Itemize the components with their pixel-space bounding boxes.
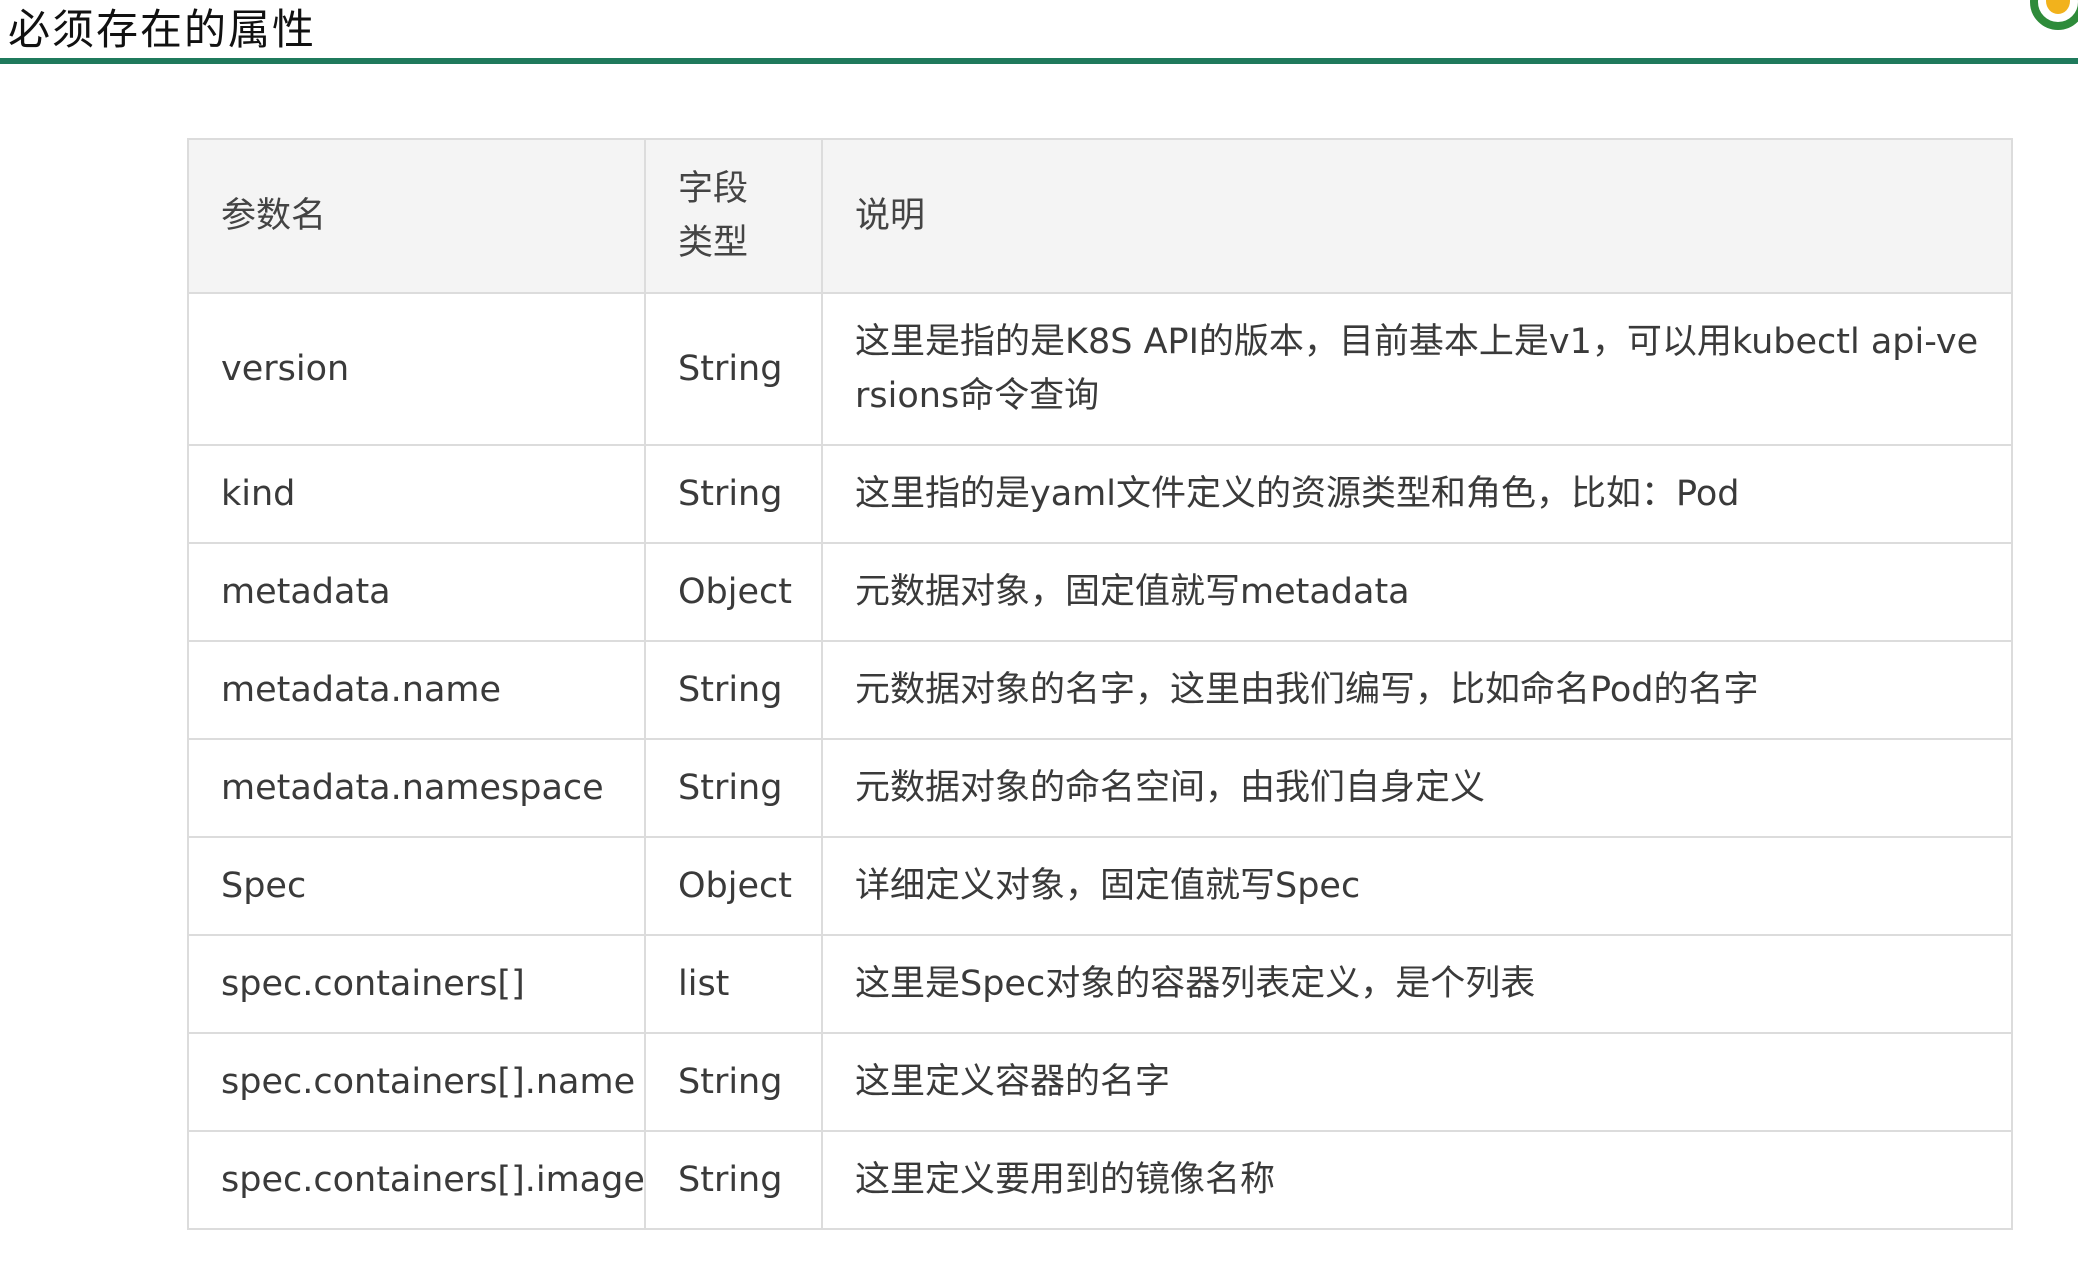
logo-icon bbox=[2030, 0, 2078, 30]
description-cell: 元数据对象的名字，这里由我们编写，比如命名Pod的名字 bbox=[821, 640, 2013, 740]
description-cell: 详细定义对象，固定值就写Spec bbox=[821, 836, 2013, 936]
description-cell: 这里指的是yaml文件定义的资源类型和角色，比如：Pod bbox=[821, 444, 2013, 544]
title-divider bbox=[0, 58, 2078, 64]
header-field-type-line2: 类型 bbox=[678, 223, 749, 263]
table-row: spec.containers[].name String 这里定义容器的名字 bbox=[187, 1032, 2013, 1132]
field-type-cell: Object bbox=[644, 836, 823, 936]
table-row: kind String 这里指的是yaml文件定义的资源类型和角色，比如：Pod bbox=[187, 444, 2013, 544]
header-description: 说明 bbox=[821, 138, 2013, 294]
param-name-cell: spec.containers[].image bbox=[187, 1130, 646, 1230]
description-cell: 这里是Spec对象的容器列表定义，是个列表 bbox=[821, 934, 2013, 1034]
table-row: metadata.namespace String 元数据对象的命名空间，由我们… bbox=[187, 738, 2013, 838]
description-cell: 这里定义容器的名字 bbox=[821, 1032, 2013, 1132]
table-row: spec.containers[] list 这里是Spec对象的容器列表定义，… bbox=[187, 934, 2013, 1034]
field-type-cell: String bbox=[644, 292, 823, 446]
table-row: metadata Object 元数据对象，固定值就写metadata bbox=[187, 542, 2013, 642]
table-row: Spec Object 详细定义对象，固定值就写Spec bbox=[187, 836, 2013, 936]
header-field-type-line1: 字段 bbox=[678, 169, 749, 209]
description-cell: 元数据对象的命名空间，由我们自身定义 bbox=[821, 738, 2013, 838]
table-header-row: 参数名 字段 类型 说明 bbox=[187, 138, 2013, 294]
description-cell: 这里定义要用到的镜像名称 bbox=[821, 1130, 2013, 1230]
param-name-cell: metadata.namespace bbox=[187, 738, 646, 838]
param-name-cell: Spec bbox=[187, 836, 646, 936]
param-name-cell: spec.containers[].name bbox=[187, 1032, 646, 1132]
param-name-cell: metadata.name bbox=[187, 640, 646, 740]
table-row: metadata.name String 元数据对象的名字，这里由我们编写，比如… bbox=[187, 640, 2013, 740]
param-name-cell: metadata bbox=[187, 542, 646, 642]
field-type-cell: String bbox=[644, 444, 823, 544]
header-field-type: 字段 类型 bbox=[644, 138, 823, 294]
field-type-cell: String bbox=[644, 738, 823, 838]
description-cell: 元数据对象，固定值就写metadata bbox=[821, 542, 2013, 642]
table-row: version String 这里是指的是K8S API的版本，目前基本上是v1… bbox=[187, 292, 2013, 446]
header-param-name: 参数名 bbox=[187, 138, 646, 294]
field-type-cell: String bbox=[644, 640, 823, 740]
description-cell: 这里是指的是K8S API的版本，目前基本上是v1，可以用kubectl api… bbox=[821, 292, 2013, 446]
attributes-table: 参数名 字段 类型 说明 version String 这里是指的是K8S AP… bbox=[187, 138, 2013, 1230]
page-title: 必须存在的属性 bbox=[8, 5, 317, 54]
field-type-cell: String bbox=[644, 1032, 823, 1132]
param-name-cell: kind bbox=[187, 444, 646, 544]
field-type-cell: Object bbox=[644, 542, 823, 642]
param-name-cell: version bbox=[187, 292, 646, 446]
field-type-cell: list bbox=[644, 934, 823, 1034]
table-row: spec.containers[].image String 这里定义要用到的镜… bbox=[187, 1130, 2013, 1230]
title-bar: 必须存在的属性 bbox=[0, 0, 2078, 64]
param-name-cell: spec.containers[] bbox=[187, 934, 646, 1034]
field-type-cell: String bbox=[644, 1130, 823, 1230]
